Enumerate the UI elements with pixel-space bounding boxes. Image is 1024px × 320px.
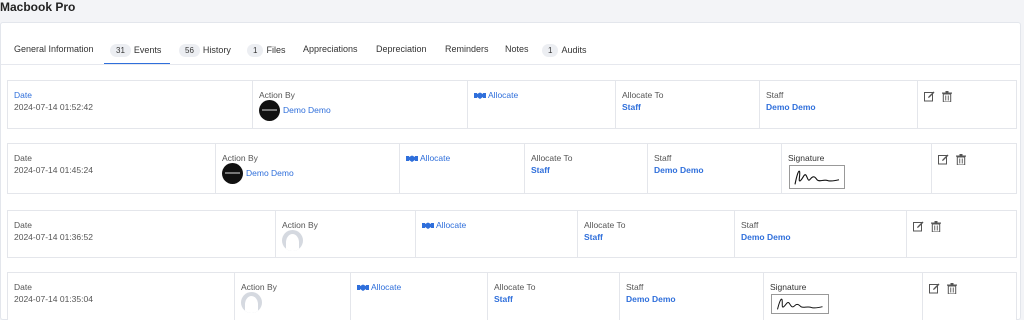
date-cell: Date 2024-07-14 01:45:24	[8, 144, 216, 193]
signature-image	[789, 165, 845, 189]
handshake-icon	[406, 155, 418, 162]
event-row: Date 2024-07-14 01:36:52 Action By Alloc…	[7, 210, 1017, 258]
staff-cell: Staff Demo Demo	[735, 211, 907, 257]
handshake-icon	[422, 222, 434, 229]
event-row: Date 2024-07-14 01:45:24 Action By Demo …	[7, 143, 1017, 194]
event-row: Date 2024-07-14 01:52:42 Action By Demo …	[7, 80, 1017, 129]
allocate-link[interactable]: Allocate	[406, 153, 450, 163]
allocate-to-cell: Allocate To Staff	[616, 81, 760, 128]
event-row: Date 2024-07-14 01:35:04 Action By Alloc…	[7, 272, 1017, 320]
action-cell: Allocate	[416, 211, 578, 257]
history-count-badge: 56	[179, 44, 200, 57]
tab-appreciations[interactable]: Appreciations	[303, 44, 358, 54]
edit-icon[interactable]	[913, 221, 924, 232]
allocate-to-cell: Allocate To Staff	[578, 211, 735, 257]
staff-cell: Staff Demo Demo	[648, 144, 782, 193]
avatar	[259, 100, 280, 121]
allocate-to-value[interactable]: Staff	[584, 232, 603, 242]
tab-events[interactable]: 31 Events	[110, 44, 161, 57]
tab-depreciation[interactable]: Depreciation	[376, 44, 427, 54]
actions-cell	[923, 273, 1018, 320]
action-by-cell: Action By	[235, 273, 351, 320]
action-cell: Allocate	[351, 273, 488, 320]
allocate-link[interactable]: Allocate	[474, 90, 518, 100]
action-by-cell: Action By Demo Demo	[216, 144, 400, 193]
trash-icon[interactable]	[931, 221, 942, 233]
allocate-to-value[interactable]: Staff	[622, 102, 641, 112]
event-date: 2024-07-14 01:36:52	[14, 232, 93, 242]
avatar	[282, 230, 303, 251]
asset-card: General Information 31 Events 56 History 1…	[0, 22, 1021, 320]
signature-cell: Signature	[764, 273, 923, 320]
staff-link[interactable]: Demo Demo	[741, 232, 791, 242]
tab-divider	[1, 64, 1020, 65]
tab-general-information[interactable]: General Information	[14, 44, 94, 54]
date-cell: Date 2024-07-14 01:36:52	[8, 211, 276, 257]
tab-reminders[interactable]: Reminders	[445, 44, 489, 54]
allocate-to-value[interactable]: Staff	[494, 294, 513, 304]
trash-icon[interactable]	[947, 283, 958, 295]
signature-image	[771, 294, 829, 314]
allocate-link[interactable]: Allocate	[422, 220, 466, 230]
allocate-to-cell: Allocate To Staff	[525, 144, 648, 193]
action-cell: Allocate	[400, 144, 525, 193]
action-by-cell: Action By	[276, 211, 416, 257]
allocate-link[interactable]: Allocate	[357, 282, 401, 292]
staff-link[interactable]: Demo Demo	[766, 102, 816, 112]
staff-link[interactable]: Demo Demo	[626, 294, 676, 304]
signature-cell: Signature	[782, 144, 932, 193]
staff-cell: Staff Demo Demo	[620, 273, 764, 320]
handshake-icon	[474, 92, 486, 99]
actions-cell	[918, 81, 1018, 128]
allocate-to-value[interactable]: Staff	[531, 165, 550, 175]
trash-icon[interactable]	[942, 91, 953, 103]
date-cell: Date 2024-07-14 01:35:04	[8, 273, 235, 320]
event-date: 2024-07-14 01:45:24	[14, 165, 93, 175]
audits-count-badge: 1	[542, 44, 559, 57]
actions-cell	[932, 144, 1018, 193]
date-cell: Date 2024-07-14 01:52:42	[8, 81, 253, 128]
page-title: Macbook Pro	[0, 0, 76, 14]
files-count-badge: 1	[247, 44, 264, 57]
tab-bar: General Information 31 Events 56 History 1…	[1, 23, 1020, 65]
edit-icon[interactable]	[924, 91, 935, 102]
tab-audits[interactable]: 1 Audits	[542, 44, 586, 57]
action-by-link[interactable]: Demo Demo	[283, 105, 331, 115]
edit-icon[interactable]	[929, 283, 940, 294]
event-date: 2024-07-14 01:35:04	[14, 294, 93, 304]
trash-icon[interactable]	[956, 154, 967, 166]
tab-files[interactable]: 1 Files	[247, 44, 285, 57]
tab-history[interactable]: 56 History	[179, 44, 231, 57]
staff-link[interactable]: Demo Demo	[654, 165, 704, 175]
action-by-cell: Action By Demo Demo	[253, 81, 468, 128]
staff-cell: Staff Demo Demo	[760, 81, 918, 128]
edit-icon[interactable]	[938, 154, 949, 165]
handshake-icon	[357, 284, 369, 291]
allocate-to-cell: Allocate To Staff	[488, 273, 620, 320]
action-cell: Allocate	[468, 81, 616, 128]
action-by-link[interactable]: Demo Demo	[246, 168, 294, 178]
avatar	[222, 163, 243, 184]
events-count-badge: 31	[110, 44, 131, 57]
tab-notes[interactable]: Notes	[505, 44, 529, 54]
avatar	[241, 292, 262, 313]
actions-cell	[907, 211, 1018, 257]
event-date: 2024-07-14 01:52:42	[14, 102, 93, 112]
